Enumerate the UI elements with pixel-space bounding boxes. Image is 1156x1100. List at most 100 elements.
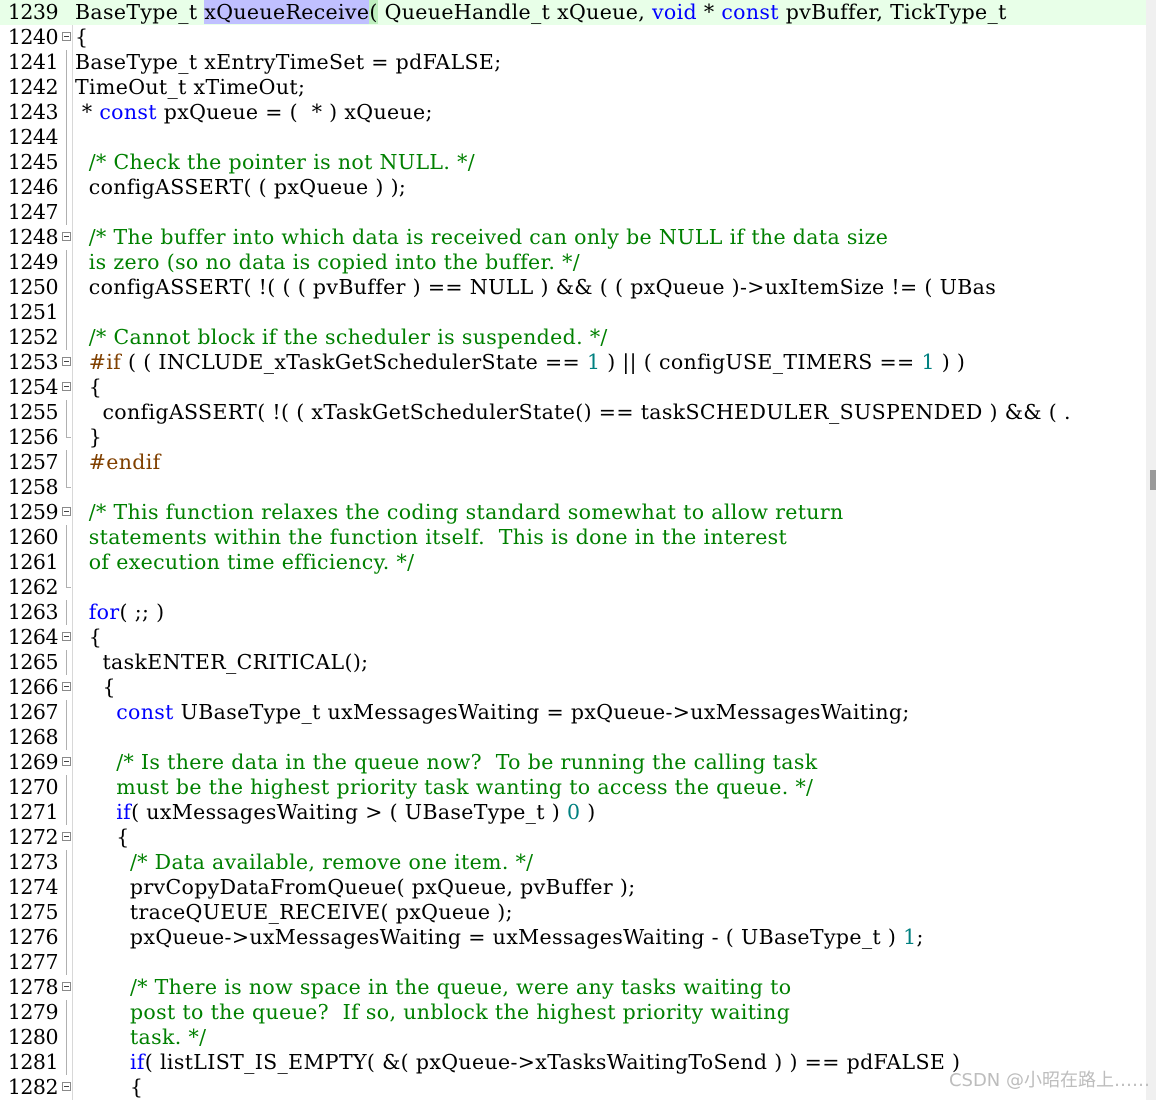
code-line[interactable]: 1247 xyxy=(0,200,1146,225)
code-text[interactable]: task. */ xyxy=(75,1025,206,1050)
line-number: 1269 xyxy=(7,750,59,774)
code-line[interactable]: 1240 { xyxy=(0,25,1146,50)
fold-toggle-icon[interactable] xyxy=(62,982,71,991)
line-number: 1275 xyxy=(7,900,59,924)
code-line[interactable]: 1256 } xyxy=(0,425,1146,450)
fold-toggle-icon[interactable] xyxy=(62,382,71,391)
code-line[interactable]: 1269 /* Is there data in the queue now? … xyxy=(0,750,1146,775)
code-line[interactable]: 1280 task. */ xyxy=(0,1025,1146,1050)
code-line[interactable]: 1246 configASSERT( ( pxQueue ) ); xyxy=(0,175,1146,200)
code-text[interactable]: { xyxy=(75,25,88,50)
code-line[interactable]: 1261 of execution time efficiency. */ xyxy=(0,550,1146,575)
code-text[interactable]: #if ( ( INCLUDE_xTaskGetSchedulerState =… xyxy=(75,350,965,375)
fold-toggle-icon[interactable] xyxy=(62,357,71,366)
code-line[interactable]: 1264 { xyxy=(0,625,1146,650)
code-line[interactable]: 1275 traceQUEUE_RECEIVE( pxQueue ); xyxy=(0,900,1146,925)
code-line[interactable]: 1253 #if ( ( INCLUDE_xTaskGetSchedulerSt… xyxy=(0,350,1146,375)
code-line[interactable]: 1241 BaseType_t xEntryTimeSet = pdFALSE; xyxy=(0,50,1146,75)
code-text[interactable]: post to the queue? If so, unblock the hi… xyxy=(75,1000,790,1025)
code-line[interactable]: 1276 pxQueue->uxMessagesWaiting = uxMess… xyxy=(0,925,1146,950)
code-line[interactable]: 1277 xyxy=(0,950,1146,975)
code-text[interactable]: { xyxy=(75,625,102,650)
code-line[interactable]: 1257 #endif xyxy=(0,450,1146,475)
fold-toggle-icon[interactable] xyxy=(62,32,71,41)
code-line[interactable]: 1239 BaseType_t xQueueReceive( QueueHandl… xyxy=(0,0,1146,25)
code-text[interactable]: taskENTER_CRITICAL(); xyxy=(75,650,368,675)
code-text[interactable]: /* This function relaxes the coding stan… xyxy=(75,500,844,525)
code-line[interactable]: 1244 xyxy=(0,125,1146,150)
code-line[interactable]: 1266 { xyxy=(0,675,1146,700)
fold-toggle-icon[interactable] xyxy=(62,507,71,516)
code-text[interactable]: for( ;; ) xyxy=(75,600,164,625)
code-text[interactable]: statements within the function itself. T… xyxy=(75,525,787,550)
code-line[interactable]: 1245 /* Check the pointer is not NULL. *… xyxy=(0,150,1146,175)
fold-toggle-icon[interactable] xyxy=(62,632,71,641)
code-text[interactable]: /* Cannot block if the scheduler is susp… xyxy=(75,325,608,350)
code-line[interactable]: 1259 /* This function relaxes the coding… xyxy=(0,500,1146,525)
line-number: 1267 xyxy=(7,700,59,724)
code-text[interactable]: configASSERT( !( ( xTaskGetSchedulerStat… xyxy=(75,400,1071,425)
code-text[interactable]: is zero (so no data is copied into the b… xyxy=(75,250,580,275)
code-line[interactable]: 1250 configASSERT( !( ( ( pvBuffer ) == … xyxy=(0,275,1146,300)
code-text[interactable]: /* The buffer into which data is receive… xyxy=(75,225,888,250)
code-text[interactable]: } xyxy=(75,425,102,450)
code-text[interactable]: #endif xyxy=(75,450,161,475)
code-text[interactable]: BaseType_t xEntryTimeSet = pdFALSE; xyxy=(75,50,502,75)
fold-toggle-icon[interactable] xyxy=(62,832,71,841)
code-text[interactable]: of execution time efficiency. */ xyxy=(75,550,414,575)
code-text[interactable]: configASSERT( !( ( ( pvBuffer ) == NULL … xyxy=(75,275,996,300)
code-line[interactable]: 1254 { xyxy=(0,375,1146,400)
code-text[interactable]: prvCopyDataFromQueue( pxQueue, pvBuffer … xyxy=(75,875,635,900)
code-line[interactable]: 1258 xyxy=(0,475,1146,500)
code-text[interactable]: /* Check the pointer is not NULL. */ xyxy=(75,150,475,175)
code-line[interactable]: 1255 configASSERT( !( ( xTaskGetSchedule… xyxy=(0,400,1146,425)
code-text[interactable]: * const pxQueue = ( * ) xQueue; xyxy=(75,100,433,125)
code-line[interactable]: 1278 /* There is now space in the queue,… xyxy=(0,975,1146,1000)
code-line[interactable]: 1267 const UBaseType_t uxMessagesWaiting… xyxy=(0,700,1146,725)
code-line[interactable]: 1270 must be the highest priority task w… xyxy=(0,775,1146,800)
code-line[interactable]: 1263 for( ;; ) xyxy=(0,600,1146,625)
code-text[interactable]: if( uxMessagesWaiting > ( UBaseType_t ) … xyxy=(75,800,596,825)
code-line[interactable]: 1248 /* The buffer into which data is re… xyxy=(0,225,1146,250)
code-line[interactable]: 1265 taskENTER_CRITICAL(); xyxy=(0,650,1146,675)
code-line[interactable]: 1242 TimeOut_t xTimeOut; xyxy=(0,75,1146,100)
code-text[interactable]: TimeOut_t xTimeOut; xyxy=(75,75,305,100)
code-line[interactable]: 1243 * const pxQueue = ( * ) xQueue; xyxy=(0,100,1146,125)
fold-toggle-icon[interactable] xyxy=(62,232,71,241)
code-text[interactable]: if( listLIST_IS_EMPTY( &( pxQueue->xTask… xyxy=(75,1050,960,1075)
line-number: 1280 xyxy=(7,1025,59,1049)
code-text[interactable]: /* Is there data in the queue now? To be… xyxy=(75,750,817,775)
fold-toggle-icon[interactable] xyxy=(62,682,71,691)
code-text[interactable]: pxQueue->uxMessagesWaiting = uxMessagesW… xyxy=(75,925,924,950)
code-line[interactable]: 1260 statements within the function itse… xyxy=(0,525,1146,550)
code-text[interactable]: /* Data available, remove one item. */ xyxy=(75,850,533,875)
code-text[interactable]: traceQUEUE_RECEIVE( pxQueue ); xyxy=(75,900,513,925)
code-line[interactable]: 1273 /* Data available, remove one item.… xyxy=(0,850,1146,875)
code-token: { xyxy=(75,1075,144,1099)
code-text[interactable]: { xyxy=(75,825,130,850)
code-line[interactable]: 1251 xyxy=(0,300,1146,325)
fold-toggle-icon[interactable] xyxy=(62,757,71,766)
code-line[interactable]: 1279 post to the queue? If so, unblock t… xyxy=(0,1000,1146,1025)
code-text[interactable]: { xyxy=(75,675,116,700)
vertical-scrollbar[interactable] xyxy=(1146,0,1156,1100)
code-line[interactable]: 1249 is zero (so no data is copied into … xyxy=(0,250,1146,275)
code-text[interactable]: { xyxy=(75,375,102,400)
code-line[interactable]: 1272 { xyxy=(0,825,1146,850)
code-text[interactable]: BaseType_t xQueueReceive( QueueHandle_t … xyxy=(75,0,1014,25)
code-line[interactable]: 1268 xyxy=(0,725,1146,750)
code-line[interactable]: 1274 prvCopyDataFromQueue( pxQueue, pvBu… xyxy=(0,875,1146,900)
code-line[interactable]: 1271 if( uxMessagesWaiting > ( UBaseType… xyxy=(0,800,1146,825)
code-text[interactable]: const UBaseType_t uxMessagesWaiting = px… xyxy=(75,700,910,725)
fold-toggle-icon[interactable] xyxy=(62,1082,71,1091)
code-editor[interactable]: 1239 BaseType_t xQueueReceive( QueueHandl… xyxy=(0,0,1146,1100)
code-token: QueueHandle_t xQueue, xyxy=(377,0,652,24)
scrollbar-thumb[interactable] xyxy=(1150,470,1156,490)
code-text[interactable]: /* There is now space in the queue, were… xyxy=(75,975,791,1000)
fold-guide xyxy=(66,900,67,925)
code-line[interactable]: 1252 /* Cannot block if the scheduler is… xyxy=(0,325,1146,350)
code-text[interactable]: must be the highest priority task wantin… xyxy=(75,775,813,800)
code-line[interactable]: 1262 xyxy=(0,575,1146,600)
code-text[interactable]: configASSERT( ( pxQueue ) ); xyxy=(75,175,406,200)
code-text[interactable]: { xyxy=(75,1075,143,1100)
